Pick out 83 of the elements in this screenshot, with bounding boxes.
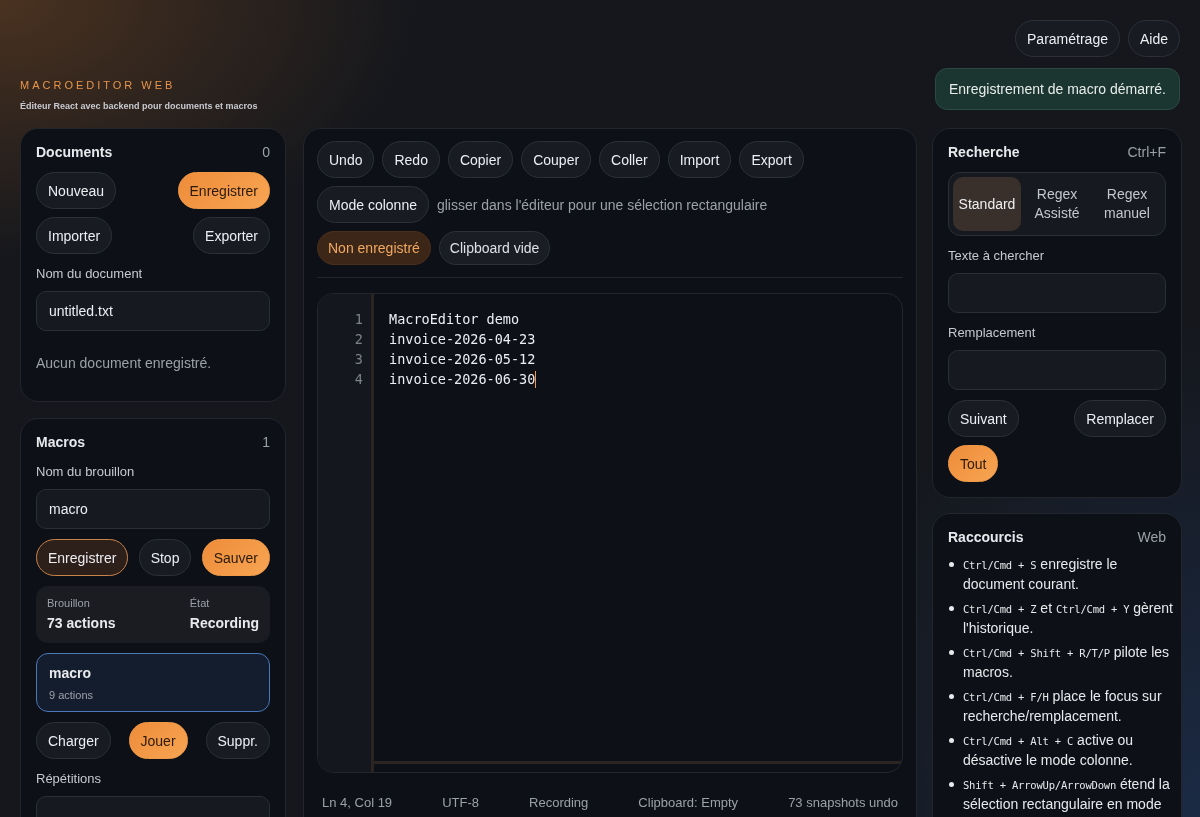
app-subtitle: Éditeur React avec backend pour documents et macros bbox=[20, 101, 258, 111]
field-label: Texte à chercher bbox=[948, 248, 1046, 263]
app-title: MACROEDITOR WEB bbox=[20, 79, 177, 91]
shortcut-description: Ctrl/Cmd + Alt + C active ou désactive le mode colonne. bbox=[963, 731, 1135, 769]
replace-field[interactable] bbox=[948, 350, 1166, 390]
macro-meta: 9 actions bbox=[49, 689, 95, 701]
column-mode-button[interactable]: Mode colonne bbox=[317, 186, 429, 223]
macro-action-button[interactable]: Suppr. bbox=[205, 722, 270, 759]
field-label: Nom du document bbox=[36, 266, 144, 281]
code-line: MacroEditor demo bbox=[389, 310, 520, 329]
macro-action-button[interactable]: Jouer bbox=[128, 722, 188, 759]
macro-button[interactable]: Enregistrer bbox=[36, 539, 129, 576]
toolbar-button[interactable]: Copier bbox=[447, 141, 514, 178]
stat-label: Brouillon bbox=[47, 597, 91, 609]
document-button[interactable]: Enregistrer bbox=[177, 172, 270, 209]
card-title: Documents bbox=[36, 144, 113, 160]
mode-tab[interactable]: Standard bbox=[953, 177, 1021, 231]
toolbar-button[interactable]: Coller bbox=[599, 141, 660, 178]
bullet-icon bbox=[949, 606, 954, 611]
field-label: Répétitions bbox=[36, 771, 103, 786]
mode-tab[interactable]: Regex Assisté bbox=[1023, 177, 1091, 231]
stat-label: État bbox=[189, 597, 211, 609]
line-number: 1 bbox=[353, 310, 364, 329]
card-title: Recherche bbox=[948, 144, 1020, 160]
search-button[interactable]: Suivant bbox=[948, 400, 1019, 437]
header-button[interactable]: Paramétrage bbox=[1015, 20, 1120, 57]
stat-value: 73 actions bbox=[47, 615, 116, 631]
macro-button[interactable]: Stop bbox=[138, 539, 192, 576]
search-button[interactable]: Tout bbox=[948, 445, 999, 482]
code-line: invoice-2026-04-23 bbox=[389, 330, 536, 349]
toolbar-button[interactable]: Export bbox=[739, 141, 804, 178]
line-number: 2 bbox=[353, 330, 364, 349]
shortcut-description: Ctrl/Cmd + Shift + R/T/P pilote les macros. bbox=[963, 643, 1171, 681]
field-label: Nom du brouillon bbox=[36, 464, 136, 479]
document-button[interactable]: Exporter bbox=[193, 217, 270, 254]
draft-name-field[interactable]: macro bbox=[36, 489, 270, 529]
status-text: Recording bbox=[529, 795, 589, 810]
shortcut-description: Ctrl/Cmd + S enregistre le document courant. bbox=[963, 555, 1119, 593]
bullet-icon bbox=[949, 738, 954, 743]
mode-tab[interactable]: Regex manuel bbox=[1093, 177, 1161, 231]
status-text: UTF-8 bbox=[442, 795, 479, 810]
macro-list-item[interactable]: macro 9 actions bbox=[36, 653, 270, 712]
toolbar-button[interactable]: Redo bbox=[382, 141, 440, 178]
line-number: 3 bbox=[353, 350, 364, 369]
status-text: Ln 4, Col 19 bbox=[322, 795, 393, 810]
field-label: Remplacement bbox=[948, 325, 1037, 340]
empty-message: Aucun document enregistré. bbox=[36, 355, 213, 371]
bullet-icon bbox=[949, 782, 954, 787]
macro-name: macro bbox=[49, 665, 93, 681]
code-line: invoice-2026-05-12 bbox=[389, 350, 536, 369]
line-number: 4 bbox=[353, 370, 364, 389]
card-count: 0 bbox=[262, 144, 270, 160]
status-pill: Clipboard vide bbox=[438, 231, 551, 265]
macro-action-button[interactable]: Charger bbox=[36, 722, 111, 759]
document-name-field[interactable]: untitled.txt bbox=[36, 291, 270, 331]
status-text: Clipboard: Empty bbox=[638, 795, 739, 810]
stat-value: Recording bbox=[189, 615, 259, 631]
status-text: 73 snapshots undo bbox=[788, 795, 898, 810]
toolbar-button[interactable]: Undo bbox=[317, 141, 375, 178]
bullet-icon bbox=[949, 650, 954, 655]
code-editor[interactable]: 1 2 3 4 MacroEditor demo invoice-2026-04-23 invoice-2026-05-12 invoice-2026-06-30 bbox=[317, 293, 903, 773]
shortcut-description: Shift + ArrowUp/ArrowDown étend la sélection rectangulaire en mode bbox=[963, 775, 1171, 813]
card-title: Raccourcis bbox=[948, 529, 1024, 545]
shortcut-description: Ctrl/Cmd + F/H place le focus sur recherche/remplacement. bbox=[963, 687, 1163, 725]
toolbar-button[interactable]: Couper bbox=[521, 141, 592, 178]
document-button[interactable]: Importer bbox=[36, 217, 113, 254]
toast-message: Enregistrement de macro démarré. bbox=[934, 68, 1180, 110]
card-count: Ctrl+F bbox=[1127, 144, 1166, 160]
search-button[interactable]: Remplacer bbox=[1074, 400, 1166, 437]
card-title: Macros bbox=[36, 434, 86, 450]
toolbar-button[interactable]: Import bbox=[667, 141, 732, 178]
code-line: invoice-2026-06-30 bbox=[389, 370, 536, 389]
hint-text: glisser dans l'éditeur pour une sélection rectangulaire bbox=[436, 196, 768, 213]
card-count: 1 bbox=[262, 434, 270, 450]
header-button[interactable]: Aide bbox=[1127, 20, 1180, 57]
bullet-icon bbox=[949, 562, 954, 567]
shortcut-description: Ctrl/Cmd + Z et Ctrl/Cmd + Y gèrent l'historique. bbox=[963, 599, 1174, 637]
search-field[interactable] bbox=[948, 273, 1166, 313]
card-count: Web bbox=[1137, 529, 1166, 545]
bullet-icon bbox=[949, 694, 954, 699]
status-pill: Non enregistré bbox=[317, 231, 431, 265]
document-button[interactable]: Nouveau bbox=[36, 172, 117, 209]
macro-button[interactable]: Sauver bbox=[201, 539, 270, 576]
